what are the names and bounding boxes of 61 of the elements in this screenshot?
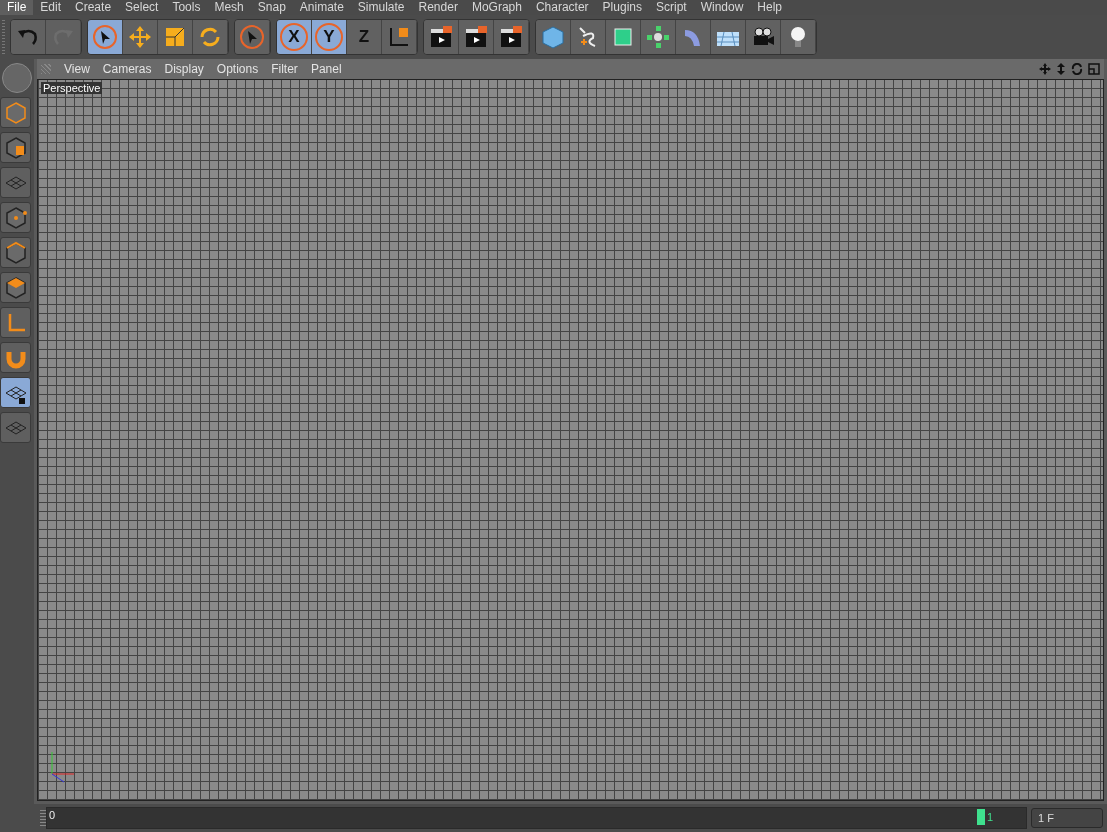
select-icon [92,24,118,50]
select-tool-button[interactable] [88,20,123,54]
menu-item[interactable]: Window [693,0,751,15]
menu-item[interactable]: Create [68,0,119,15]
menu-item[interactable]: Character [528,0,596,15]
axis-lock-button[interactable]: Y [312,20,347,54]
menu-item[interactable]: Edit [33,0,69,15]
timeline-track[interactable]: 0 1 [46,807,1027,829]
points-mode-button[interactable] [0,202,31,233]
axes-mode-button[interactable] [0,307,31,338]
edges-icon [3,240,28,265]
viewport-menu-item[interactable]: Cameras [102,62,152,76]
cloner-icon [645,24,671,50]
viewport-menu-item[interactable]: Filter [271,62,298,76]
cube-icon [3,100,28,125]
select-tool-button[interactable] [235,20,270,54]
menu-item[interactable]: Select [118,0,166,15]
menu-item[interactable]: Help [750,0,790,15]
clapper-tool-button[interactable] [424,20,459,54]
texture-mode-button[interactable] [0,132,31,163]
clapper-icon [428,24,454,50]
viewport-menu-item[interactable]: Display [164,62,204,76]
menu-item[interactable]: MoGraph [464,0,529,15]
polys-mode-button[interactable] [0,272,31,303]
texture-icon [3,135,28,160]
menu-item[interactable]: Simulate [350,0,412,15]
viewport-label: Perspective [41,82,103,94]
zoom-view-icon[interactable] [1056,63,1066,75]
polys-icon [3,275,28,300]
gridlock-mode-button[interactable] [0,377,31,408]
edges-mode-button[interactable] [0,237,31,268]
move-view-icon[interactable] [1039,63,1051,75]
grip-icon [2,20,5,54]
undo-tool-button[interactable] [11,20,46,54]
layout-icon[interactable] [1088,63,1100,75]
cube-tool-button[interactable] [536,20,571,54]
menu-item[interactable]: Mesh [207,0,251,15]
grip-icon [40,810,46,826]
rotate-view-icon[interactable] [1071,63,1083,75]
menu-item[interactable]: File [0,0,34,15]
cube-icon [540,24,566,50]
viewport-menu-item[interactable]: Options [216,62,259,76]
magnet-mode-button[interactable] [0,342,31,373]
viewport-menu-item[interactable]: View [64,62,90,76]
clapper-icon [463,24,489,50]
viewport-menu-item[interactable]: Panel [310,62,342,76]
menu-item[interactable]: Snap [250,0,293,15]
menu-item[interactable]: Plugins [595,0,649,15]
menu-item[interactable]: Tools [165,0,208,15]
menu-item[interactable]: Render [411,0,465,15]
cube-mode-button[interactable] [0,97,31,128]
points-icon [3,205,28,230]
frame-field[interactable]: 1 F [1031,808,1103,828]
grip-icon [41,64,51,74]
axis-lock-button[interactable]: X [277,20,312,54]
move-icon [127,24,153,50]
menu-item[interactable]: Script [648,0,694,15]
menu-item[interactable]: Animate [292,0,351,15]
timeline-start-label: 0 [49,809,56,821]
clapper-icon [498,24,524,50]
select-icon [239,24,265,50]
